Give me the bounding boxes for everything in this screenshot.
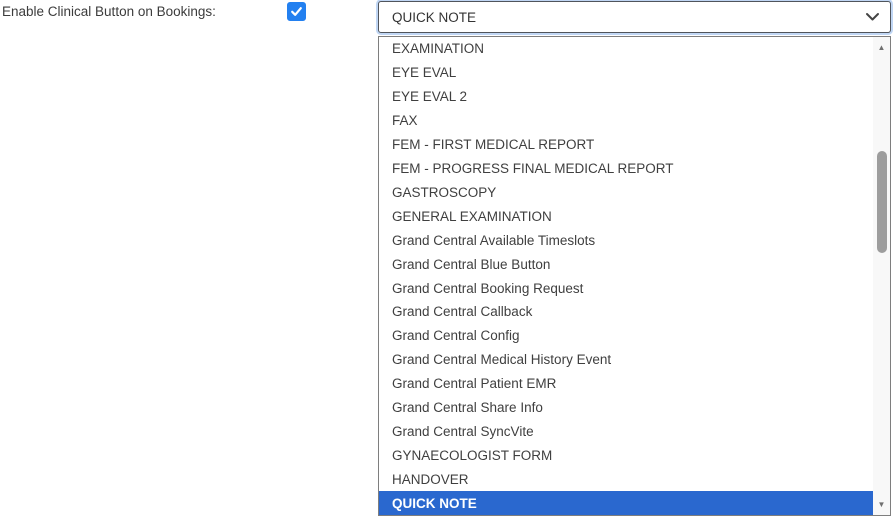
scroll-up-icon[interactable]: ▲: [873, 39, 890, 56]
dropdown-option[interactable]: EYE EVAL 2: [379, 85, 873, 109]
dropdown-option[interactable]: GASTROSCOPY: [379, 180, 873, 204]
clinical-button-checkbox[interactable]: [287, 2, 306, 21]
dropdown-option[interactable]: Grand Central Blue Button: [379, 252, 873, 276]
clinical-form-dropdown: EXAMINATION EYE EVAL EYE EVAL 2 FAX FEM - FI…: [378, 36, 891, 516]
dropdown-scrollbar[interactable]: ▲ ▼: [873, 37, 890, 515]
dropdown-option[interactable]: FEM - FIRST MEDICAL REPORT: [379, 133, 873, 157]
select-value: QUICK NOTE: [392, 9, 477, 25]
dropdown-option[interactable]: GENERAL EXAMINATION: [379, 204, 873, 228]
chevron-down-icon: [865, 12, 880, 22]
dropdown-option[interactable]: FEM - PROGRESS FINAL MEDICAL REPORT: [379, 157, 873, 181]
dropdown-option[interactable]: Grand Central Patient EMR: [379, 372, 873, 396]
clinical-form-select[interactable]: QUICK NOTE: [378, 1, 891, 33]
dropdown-option[interactable]: Grand Central Config: [379, 324, 873, 348]
scroll-down-icon[interactable]: ▼: [873, 496, 890, 513]
dropdown-option[interactable]: GYNAECOLOGIST FORM: [379, 443, 873, 467]
checkmark-icon: [291, 7, 302, 16]
enable-clinical-button-label: Enable Clinical Button on Bookings:: [2, 4, 216, 19]
dropdown-option[interactable]: Grand Central Share Info: [379, 396, 873, 420]
settings-page-fragment: Enable Clinical Button on Bookings: QUIC…: [0, 0, 895, 516]
scrollbar-thumb[interactable]: [876, 151, 887, 253]
dropdown-option[interactable]: Grand Central Booking Request: [379, 276, 873, 300]
dropdown-option[interactable]: Grand Central Medical History Event: [379, 348, 873, 372]
dropdown-option[interactable]: Grand Central Available Timeslots: [379, 228, 873, 252]
dropdown-option[interactable]: HANDOVER: [379, 467, 873, 491]
dropdown-option[interactable]: QUICK NOTE: [379, 491, 873, 515]
dropdown-option[interactable]: FAX: [379, 109, 873, 133]
dropdown-option-list: EXAMINATION EYE EVAL EYE EVAL 2 FAX FEM - FI…: [379, 37, 873, 515]
dropdown-option[interactable]: EXAMINATION: [379, 37, 873, 61]
dropdown-option[interactable]: Grand Central Callback: [379, 300, 873, 324]
dropdown-option[interactable]: EYE EVAL: [379, 61, 873, 85]
dropdown-option[interactable]: Grand Central SyncVite: [379, 420, 873, 444]
